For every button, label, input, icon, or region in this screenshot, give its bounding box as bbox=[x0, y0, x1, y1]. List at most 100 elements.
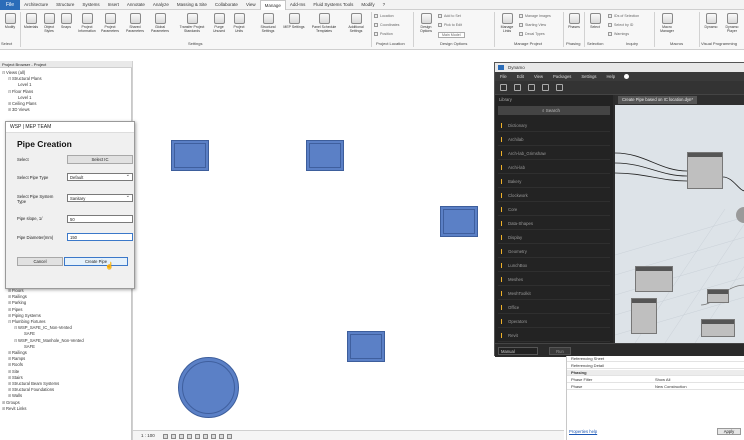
browser-tree-item[interactable]: ⊞Revit Links bbox=[2, 406, 26, 411]
library-category-item[interactable]: MeshToolkit bbox=[498, 287, 610, 300]
browser-tree-item[interactable]: ⊞Structural Beam Systems bbox=[8, 381, 59, 386]
browser-tree-item[interactable]: ⊟Structural Plans bbox=[8, 76, 42, 81]
starting-view-tool[interactable]: Starting View bbox=[519, 23, 546, 27]
library-category-item[interactable]: Meshes bbox=[498, 273, 610, 286]
browser-tree-item[interactable]: ⊞Groups bbox=[2, 400, 20, 405]
macro-manager-tool[interactable]: Macro Manager bbox=[657, 13, 677, 33]
browser-tree-item[interactable]: Level 1 bbox=[14, 82, 32, 87]
dynamo-menu-settings[interactable]: Settings bbox=[576, 74, 601, 79]
browser-tree-item[interactable]: ⊞Structural Foundations bbox=[8, 387, 54, 392]
cancel-button[interactable]: Cancel bbox=[17, 257, 63, 266]
phases-tool[interactable]: Phases bbox=[565, 13, 583, 29]
run-button[interactable]: Run bbox=[549, 347, 571, 355]
tab-structure[interactable]: Structure bbox=[52, 0, 78, 10]
shadows-icon[interactable] bbox=[187, 434, 192, 439]
purge-unused-tool[interactable]: Purge Unused bbox=[210, 13, 228, 33]
info-icon[interactable] bbox=[624, 74, 630, 79]
tab-insert[interactable]: Insert bbox=[104, 0, 123, 10]
graph-node[interactable] bbox=[701, 319, 735, 337]
library-category-item[interactable]: Display bbox=[498, 231, 610, 244]
save-file-icon[interactable] bbox=[528, 84, 535, 91]
dynamo-title-bar[interactable]: Dynamo bbox=[495, 63, 744, 72]
new-file-icon[interactable] bbox=[500, 84, 507, 91]
browser-tree-item[interactable]: ⊞Roofs bbox=[8, 362, 23, 367]
undo-icon[interactable] bbox=[542, 84, 549, 91]
tab-add-ins[interactable]: Add-Ins bbox=[286, 0, 310, 10]
browser-tree-item[interactable]: ⊞Railings bbox=[8, 350, 27, 355]
run-mode-select[interactable]: Manual bbox=[498, 347, 538, 355]
browser-tree-item[interactable]: SAFE bbox=[20, 331, 35, 336]
tab-annotate[interactable]: Annotate bbox=[123, 0, 149, 10]
crop-view-icon[interactable] bbox=[195, 434, 200, 439]
browser-tree-item[interactable]: ⊟WSP_SAFE_Manhole_Non-Vented bbox=[14, 338, 84, 343]
browser-tree-item[interactable]: ⊟WSP_SAFE_IC_Non-Vented bbox=[14, 325, 72, 330]
browser-tree-item[interactable]: ⊞Piping Systems bbox=[8, 313, 41, 318]
round-manhole-element[interactable] bbox=[178, 357, 239, 418]
ids-of-selection-tool[interactable]: IDs of Selection bbox=[608, 14, 639, 18]
browser-tree-item[interactable]: ⊟Views (all) bbox=[2, 70, 25, 75]
library-category-item[interactable]: Archilab bbox=[498, 133, 610, 146]
library-category-item[interactable]: Revit bbox=[498, 329, 610, 342]
project-information-tool[interactable]: Project Information bbox=[76, 13, 98, 33]
manage-images-tool[interactable]: Manage Images bbox=[519, 14, 551, 18]
library-category-item[interactable]: Geometry bbox=[498, 245, 610, 258]
tab-architecture[interactable]: Architecture bbox=[20, 0, 52, 10]
tab-modify[interactable]: Modify bbox=[357, 0, 378, 10]
dynamo-menu-file[interactable]: File bbox=[495, 74, 512, 79]
property-value[interactable]: New Construction bbox=[655, 384, 687, 390]
tab-massing-site[interactable]: Massing & Site bbox=[173, 0, 211, 10]
design-option-select[interactable]: Main Model bbox=[438, 32, 465, 38]
shared-parameters-tool[interactable]: Shared Parameters bbox=[124, 13, 146, 33]
library-search-input[interactable]: ⌕ Search bbox=[498, 106, 610, 115]
select-ic-button[interactable]: Select IC bbox=[67, 155, 133, 164]
browser-tree-item[interactable]: ⊞Walls bbox=[8, 393, 22, 398]
show-crop-icon[interactable] bbox=[203, 434, 208, 439]
open-file-icon[interactable] bbox=[514, 84, 521, 91]
graph-node[interactable] bbox=[631, 298, 657, 334]
tab-fluid-systems-tools[interactable]: Fluid Systems Tools bbox=[309, 0, 357, 10]
selection-tool[interactable]: Select bbox=[586, 13, 604, 29]
browser-tree-item[interactable]: ⊟Floor Plans bbox=[8, 89, 33, 94]
sun-path-icon[interactable] bbox=[179, 434, 184, 439]
visual-style-icon[interactable] bbox=[171, 434, 176, 439]
browser-tree-item[interactable]: ⊞Ceiling Plans bbox=[8, 101, 36, 106]
ic-manhole-element[interactable] bbox=[171, 140, 209, 171]
add-to-set-tool[interactable]: Add to Set bbox=[438, 14, 461, 18]
library-category-item[interactable]: Clockwork bbox=[498, 189, 610, 202]
reveal-hidden-icon[interactable] bbox=[227, 434, 232, 439]
library-category-item[interactable]: Core bbox=[498, 203, 610, 216]
diameter-input[interactable]: 150 bbox=[67, 233, 133, 241]
additional-settings-tool[interactable]: Additional Settings bbox=[344, 13, 368, 33]
ic-manhole-element[interactable] bbox=[306, 140, 344, 171]
browser-tree-item[interactable]: ⊞Railings bbox=[8, 294, 27, 299]
property-value[interactable]: Show All bbox=[655, 377, 670, 383]
dynamo-menu-help[interactable]: Help bbox=[602, 74, 621, 79]
graph-node[interactable] bbox=[687, 152, 723, 189]
detail-level-icon[interactable] bbox=[163, 434, 168, 439]
materials-tool[interactable]: Materials bbox=[22, 13, 40, 29]
tab-view[interactable]: View bbox=[242, 0, 260, 10]
tab-collaborate[interactable]: Collaborate bbox=[211, 0, 242, 10]
graph-node[interactable] bbox=[635, 266, 673, 292]
project-units-tool[interactable]: Project Units bbox=[230, 13, 248, 33]
graph-node[interactable] bbox=[707, 289, 729, 303]
ic-manhole-element[interactable] bbox=[440, 206, 478, 237]
tab-analyze[interactable]: Analyze bbox=[149, 0, 173, 10]
file-tab[interactable]: File bbox=[0, 0, 21, 10]
pipe-type-select[interactable]: Default bbox=[67, 172, 133, 181]
structural-settings-tool[interactable]: Structural Settings bbox=[256, 13, 280, 33]
dynamo-graph-canvas[interactable]: Create Pipe based on IC location.dyn* bbox=[615, 95, 744, 343]
library-category-item[interactable]: Data-Shapes bbox=[498, 217, 610, 230]
library-category-item[interactable]: Dictionary bbox=[498, 119, 610, 132]
position-tool[interactable]: Position bbox=[374, 32, 393, 36]
library-category-item[interactable]: LunchBox bbox=[498, 259, 610, 272]
panel-schedule-templates-tool[interactable]: Panel Schedule Templates bbox=[307, 13, 341, 33]
dynamo-menu-packages[interactable]: Packages bbox=[548, 74, 576, 79]
dynamo-tool[interactable]: Dynamo bbox=[701, 13, 721, 29]
slope-input[interactable]: 50 bbox=[67, 215, 133, 223]
library-category-item[interactable]: Bakery bbox=[498, 175, 610, 188]
browser-tree-item[interactable]: ⊞Site bbox=[8, 369, 19, 374]
library-category-item[interactable]: Archi-lab bbox=[498, 161, 610, 174]
tab-manage[interactable]: Manage bbox=[259, 0, 286, 10]
decal-types-tool[interactable]: Decal Types bbox=[519, 32, 545, 36]
